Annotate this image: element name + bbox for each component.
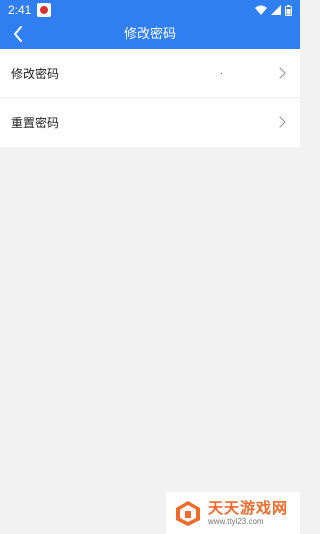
chevron-right-icon [279,67,286,79]
stray-dot [221,73,222,74]
brand-logo-icon [176,501,200,526]
signal-icon [271,5,281,15]
watermark-url: www.ttyl23.com [208,516,264,526]
status-time: 2:41 [8,3,32,17]
site-watermark: 天天游戏网 www.ttyl23.com [166,492,300,534]
chevron-right-icon [279,116,286,128]
menu-item-change-password[interactable]: 修改密码 [0,49,300,98]
menu-item-reset-password[interactable]: 重置密码 [0,98,300,147]
menu-item-label: 重置密码 [11,116,60,130]
menu-item-label: 修改密码 [11,66,60,81]
status-icons [255,4,292,16]
app-bar: 修改密码 [0,20,300,49]
status-bar: 2:41 [0,0,300,20]
page-title: 修改密码 [123,27,176,42]
wifi-icon [255,5,267,15]
settings-list: 修改密码 重置密码 [0,49,300,147]
battery-icon [285,4,292,16]
app-notification-icon [37,3,52,17]
watermark-brand: 天天游戏网 [208,498,289,517]
